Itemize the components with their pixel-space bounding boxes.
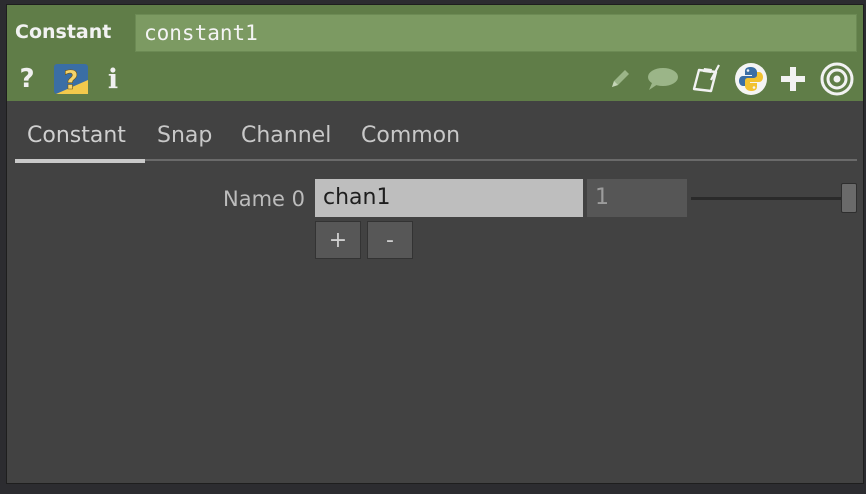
comment-icon[interactable] (643, 61, 681, 97)
parameter-body: Constant Snap Channel Common Name 0 chan… (7, 101, 863, 483)
header-toolbar: ? ? i (7, 61, 863, 99)
edit-pencil-icon[interactable] (605, 61, 635, 97)
help-icon[interactable]: ? (15, 61, 39, 97)
clipboard-icon[interactable] (689, 61, 725, 97)
remove-channel-button[interactable]: - (367, 221, 413, 259)
tab-common[interactable]: Common (361, 123, 460, 159)
name0-label: Name 0 (223, 187, 305, 211)
target-icon[interactable] (819, 61, 855, 97)
name0-field[interactable]: chan1 (315, 179, 583, 217)
python-icon[interactable] (733, 61, 769, 97)
info-icon[interactable]: i (103, 61, 123, 97)
value0-slider-handle[interactable] (841, 183, 857, 213)
panel-header: Constant constant1 ? ? i (7, 5, 863, 101)
window-frame: Constant constant1 ? ? i Constant Snap C… (0, 0, 866, 494)
svg-text:?: ? (63, 66, 78, 96)
add-channel-button[interactable]: + (315, 221, 361, 259)
active-tab-indicator (15, 159, 145, 163)
value0-field[interactable]: 1 (587, 179, 687, 217)
parameter-panel: Constant constant1 ? ? i Constant Snap C… (6, 4, 864, 484)
tab-channel[interactable]: Channel (241, 123, 331, 159)
tab-snap[interactable]: Snap (157, 123, 212, 159)
python-help-icon[interactable]: ? (52, 61, 90, 97)
tab-constant[interactable]: Constant (27, 123, 126, 159)
value0-slider-track[interactable] (691, 197, 841, 200)
operator-type-label: Constant (15, 21, 112, 43)
parameter-tabs: Constant Snap Channel Common (15, 119, 857, 163)
add-icon[interactable] (777, 61, 809, 97)
operator-name-field[interactable]: constant1 (135, 14, 857, 52)
